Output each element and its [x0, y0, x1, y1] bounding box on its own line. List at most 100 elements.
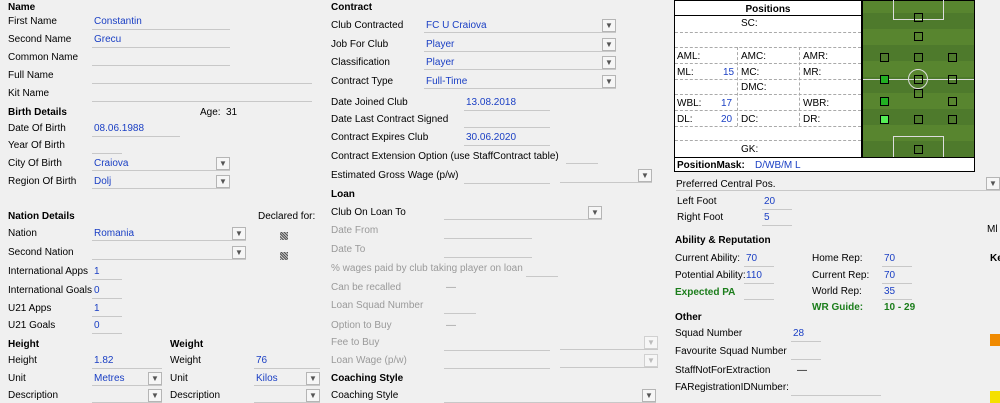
right-foot-field[interactable]: 5: [764, 212, 770, 223]
kit-name-field[interactable]: [92, 101, 312, 102]
city-of-birth-dropdown[interactable]: Craiova ▼: [92, 157, 230, 171]
second-nation-dropdown[interactable]: ▼: [92, 246, 246, 260]
dob-field[interactable]: 08.06.1988: [94, 123, 144, 134]
position-mc[interactable]: MC:: [741, 67, 759, 78]
position-dl-value[interactable]: 20: [721, 114, 732, 125]
position-dl[interactable]: DL:: [677, 114, 693, 125]
left-foot-field[interactable]: 20: [764, 196, 775, 207]
second-name-field[interactable]: Grecu: [94, 34, 121, 45]
chevron-down-icon[interactable]: ▼: [232, 227, 246, 240]
current-rep-field[interactable]: 70: [884, 270, 895, 281]
position-sc[interactable]: SC:: [741, 18, 758, 29]
position-dr[interactable]: DR:: [803, 114, 820, 125]
pitch-slot-sc[interactable]: [914, 13, 923, 22]
full-name-field[interactable]: [92, 83, 312, 84]
nation-dropdown[interactable]: Romania ▼: [92, 227, 246, 241]
pitch-slot-mr[interactable]: [948, 75, 957, 84]
home-rep-field[interactable]: 70: [884, 253, 895, 264]
job-for-club-dropdown[interactable]: Player ▼: [424, 38, 616, 52]
height-field[interactable]: 1.82: [94, 355, 113, 366]
position-amr[interactable]: AMR:: [803, 51, 828, 62]
pitch-slot-dr[interactable]: [948, 115, 957, 124]
int-apps-field[interactable]: 1: [94, 266, 100, 277]
position-dc[interactable]: DC:: [741, 114, 758, 125]
contract-expires-field[interactable]: 30.06.2020: [466, 132, 516, 143]
current-ability-field[interactable]: 70: [746, 253, 757, 264]
pitch-slot-dl[interactable]: [880, 115, 889, 124]
chevron-down-icon[interactable]: ▼: [306, 389, 320, 402]
position-ml[interactable]: ML:: [677, 67, 694, 78]
position-mr[interactable]: MR:: [803, 67, 821, 78]
pitch-slot-dc[interactable]: [914, 115, 923, 124]
position-ml-value[interactable]: 15: [723, 67, 734, 78]
chevron-down-icon[interactable]: ▼: [602, 75, 616, 88]
chevron-down-icon[interactable]: ▼: [638, 169, 652, 182]
chevron-down-icon[interactable]: ▼: [986, 177, 1000, 190]
contract-type-label: Contract Type: [331, 76, 394, 87]
fa-registration-field[interactable]: [791, 395, 881, 396]
chevron-down-icon[interactable]: ▼: [602, 38, 616, 51]
preferred-central-pos-dropdown[interactable]: ▼: [676, 177, 1000, 191]
declared-for-second-nation-checkbox[interactable]: [280, 252, 288, 260]
chevron-down-icon[interactable]: ▼: [602, 56, 616, 69]
height-unit-dropdown[interactable]: Metres ▼: [92, 372, 162, 386]
chevron-down-icon[interactable]: ▼: [602, 19, 616, 32]
chevron-down-icon[interactable]: ▼: [642, 389, 656, 402]
favourite-squad-number-field[interactable]: [791, 359, 821, 360]
chevron-down-icon[interactable]: ▼: [588, 206, 602, 219]
coaching-style-dropdown[interactable]: ▼: [444, 389, 656, 403]
chevron-down-icon[interactable]: ▼: [232, 246, 246, 259]
position-mask-value[interactable]: D/WB/M L: [755, 160, 801, 171]
common-name-field[interactable]: [92, 65, 230, 66]
pitch-slot-dmc[interactable]: [914, 89, 923, 98]
potential-ability-label: Potential Ability:: [675, 270, 746, 281]
contract-extension-field[interactable]: [566, 163, 598, 164]
chevron-down-icon[interactable]: ▼: [148, 372, 162, 385]
world-rep-field[interactable]: 35: [884, 286, 895, 297]
position-amc[interactable]: AMC:: [741, 51, 766, 62]
second-nation-label: Second Nation: [8, 247, 74, 258]
date-joined-field[interactable]: 13.08.2018: [466, 97, 516, 108]
pitch-slot-wbl[interactable]: [880, 97, 889, 106]
positions-panel: Positions SC: AML: AMC: AMR: ML: 15 MC: …: [674, 0, 862, 172]
pitch-slot-mc[interactable]: [914, 75, 923, 84]
pitch-slot-gk[interactable]: [914, 145, 923, 154]
contract-type-dropdown[interactable]: Full-Time ▼: [424, 75, 616, 89]
date-last-signed-field[interactable]: [464, 127, 550, 128]
pitch-slot-wbr[interactable]: [948, 97, 957, 106]
potential-ability-field[interactable]: 110: [746, 270, 762, 281]
pitch-slot-amc[interactable]: [914, 53, 923, 62]
pitch-slot-sc-low[interactable]: [914, 32, 923, 41]
pitch-slot-aml[interactable]: [880, 53, 889, 62]
club-contracted-dropdown[interactable]: FC U Craiova ▼: [424, 19, 616, 33]
position-wbr[interactable]: WBR:: [803, 98, 829, 109]
chevron-down-icon[interactable]: ▼: [216, 157, 230, 170]
position-aml[interactable]: AML:: [677, 51, 700, 62]
position-dmc[interactable]: DMC:: [741, 82, 767, 93]
u21-apps-field[interactable]: 1: [94, 303, 100, 314]
weight-unit-dropdown[interactable]: Kilos ▼: [254, 372, 320, 386]
position-gk[interactable]: GK:: [741, 144, 758, 155]
yob-field[interactable]: [92, 153, 122, 154]
loan-club-dropdown[interactable]: ▼: [444, 206, 602, 220]
pitch-slot-amr[interactable]: [948, 53, 957, 62]
first-name-field[interactable]: Constantin: [94, 16, 142, 27]
u21-goals-field[interactable]: 0: [94, 320, 100, 331]
region-of-birth-dropdown[interactable]: Dolj ▼: [92, 175, 230, 189]
staff-not-for-extraction-value[interactable]: —: [797, 365, 807, 376]
pitch-slot-ml[interactable]: [880, 75, 889, 84]
chevron-down-icon[interactable]: ▼: [306, 372, 320, 385]
wage-field[interactable]: [464, 183, 550, 184]
int-goals-field[interactable]: 0: [94, 285, 100, 296]
position-wbl[interactable]: WBL:: [677, 98, 701, 109]
height-description-dropdown[interactable]: ▼: [92, 389, 162, 403]
wage-currency-dropdown[interactable]: ▼: [560, 169, 652, 183]
classification-dropdown[interactable]: Player ▼: [424, 56, 616, 70]
squad-number-field[interactable]: 28: [793, 328, 804, 339]
declared-for-nation-checkbox[interactable]: [280, 232, 288, 240]
weight-field[interactable]: 76: [256, 355, 267, 366]
weight-description-dropdown[interactable]: ▼: [254, 389, 320, 403]
position-wbl-value[interactable]: 17: [721, 98, 732, 109]
chevron-down-icon[interactable]: ▼: [216, 175, 230, 188]
chevron-down-icon[interactable]: ▼: [148, 389, 162, 402]
